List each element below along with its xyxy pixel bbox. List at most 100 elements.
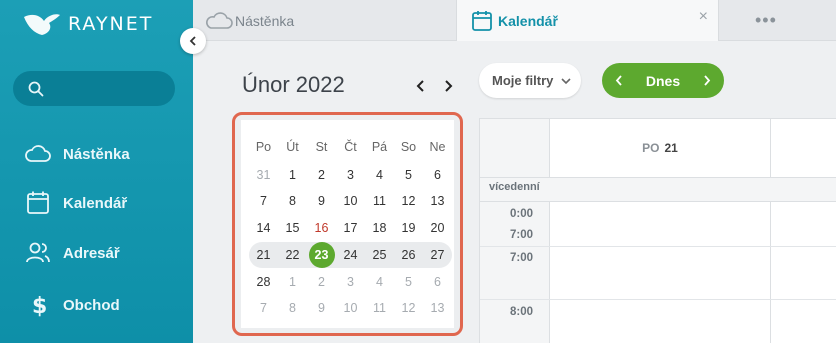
prev-period-button[interactable] [604,63,634,98]
time-label: 0:00 [510,208,534,220]
weekday-label: So [400,140,417,154]
tab-bar: Nástěnka Kalendář × ••• [193,0,836,41]
calendar-day[interactable]: 11 [365,295,394,321]
day-header[interactable]: PO 21 [550,119,770,177]
calendar-day[interactable]: 8 [278,295,307,321]
calendar-day[interactable]: 19 [394,215,423,241]
chevron-left-icon [416,80,424,92]
sidebar-item-label: Adresář [63,244,120,262]
calendar-day[interactable]: 11 [365,188,394,214]
calendar-day[interactable]: 10 [336,188,365,214]
calendar-day[interactable]: 20 [423,215,452,241]
search-icon [28,81,44,97]
time-label: 8:00 [510,306,534,318]
chevron-left-icon [615,75,622,86]
calendar-day[interactable]: 3 [336,162,365,188]
calendar-day[interactable]: 4 [365,269,394,295]
filters-label: Moje filtry [492,73,554,88]
calendar-day[interactable]: 24 [336,242,365,268]
tab-kalendar[interactable]: Kalendář × [456,0,719,41]
sidebar-item-obchod[interactable]: $ Obchod [24,290,120,320]
calendar-day-today[interactable]: 23 [307,242,336,268]
sidebar: RAYNET Nástěnka Kalendář Adresář $ Obcho… [0,0,193,343]
calendar-day[interactable]: 1 [278,269,307,295]
calendar-day[interactable]: 22 [278,242,307,268]
more-tabs-button[interactable]: ••• [755,0,777,41]
calendar-day[interactable]: 18 [365,215,394,241]
calendar-week: 31 1 2 3 4 5 6 [249,162,452,188]
date-navigation: Dnes [602,63,724,98]
close-tab-icon[interactable]: × [699,8,708,26]
sidebar-item-nastenka[interactable]: Nástěnka [24,139,130,169]
day-name: PO [642,141,660,155]
calendar-day[interactable]: 5 [394,162,423,188]
calendar-day[interactable]: 2 [307,162,336,188]
prev-month-button[interactable] [411,76,429,96]
sidebar-item-adresar[interactable]: Adresář [24,238,120,268]
brand-logo[interactable]: RAYNET [22,10,153,38]
calendar-day-holiday[interactable]: 16 [307,215,336,241]
calendar-icon [27,191,49,214]
sidebar-item-kalendar[interactable]: Kalendář [24,188,127,218]
time-label: 7:00 [510,252,534,264]
calendar-day[interactable]: 21 [249,242,278,268]
search-input[interactable] [13,71,175,106]
svg-text:$: $ [32,294,47,318]
month-title: Únor 2022 [242,72,345,97]
calendar-day[interactable]: 1 [278,162,307,188]
calendar-day[interactable]: 9 [307,295,336,321]
tab-nastenka[interactable]: Nástěnka [205,0,294,41]
brand-name: RAYNET [68,13,154,35]
weekday-label: Pá [371,140,388,154]
calendar-day[interactable]: 12 [394,188,423,214]
calendar-day[interactable]: 8 [278,188,307,214]
hour-line [480,246,836,247]
chevron-right-icon [444,80,452,92]
calendar-day[interactable]: 25 [365,242,394,268]
calendar-day[interactable]: 26 [394,242,423,268]
calendar-day[interactable]: 5 [394,269,423,295]
mini-calendar-body: Po Út St Čt Pá So Ne 31 1 2 3 4 5 6 7 8 … [241,120,454,328]
calendar-day[interactable]: 6 [423,269,452,295]
calendar-day[interactable]: 7 [249,188,278,214]
calendar-day[interactable]: 10 [336,295,365,321]
time-label: 7:00 [510,229,534,241]
next-month-button[interactable] [439,76,457,96]
calendar-day[interactable]: 15 [278,215,307,241]
filters-dropdown[interactable]: Moje filtry [479,63,581,98]
calendar-day[interactable]: 14 [249,215,278,241]
next-period-button[interactable] [692,63,722,98]
calendar-day[interactable]: 12 [394,295,423,321]
weekday-label: Čt [344,140,357,154]
calendar-day[interactable]: 2 [307,269,336,295]
calendar-day[interactable]: 27 [423,242,452,268]
contacts-icon [26,242,50,263]
calendar-day[interactable]: 31 [249,162,278,188]
calendar-day[interactable]: 9 [307,188,336,214]
weekday-label: Ne [429,140,446,154]
weekday-label: Po [255,140,272,154]
weekday-header: Po Út St Čt Pá So Ne [249,134,452,160]
calendar-day[interactable]: 7 [249,295,278,321]
collapse-sidebar-button[interactable] [180,28,206,54]
today-button[interactable]: Dnes [646,73,680,89]
calendar-day[interactable]: 17 [336,215,365,241]
chevron-left-icon [189,36,196,46]
weekday-label: Út [286,140,299,154]
sidebar-item-label: Obchod [63,296,120,314]
dollar-icon: $ [32,294,47,318]
chevron-right-icon [704,75,711,86]
more-icon: ••• [755,10,777,30]
day-number: 21 [664,141,678,155]
calendar-day[interactable]: 3 [336,269,365,295]
mini-calendar: Po Út St Čt Pá So Ne 31 1 2 3 4 5 6 7 8 … [232,112,463,336]
calendar-day[interactable]: 13 [423,295,452,321]
calendar-day[interactable]: 4 [365,162,394,188]
weekday-label: St [315,140,328,154]
calendar-day[interactable]: 28 [249,269,278,295]
calendar-day[interactable]: 6 [423,162,452,188]
calendar-week-current: 21 22 23 24 25 26 27 [249,242,452,268]
tab-label: Kalendář [498,12,558,29]
sidebar-item-label: Kalendář [63,194,128,212]
calendar-day[interactable]: 13 [423,188,452,214]
